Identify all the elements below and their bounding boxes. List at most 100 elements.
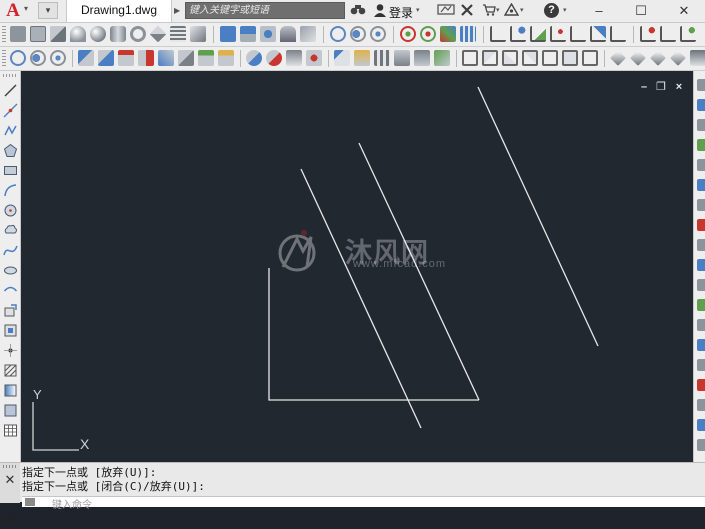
circle-icon[interactable] [3, 203, 18, 218]
interfere-icon[interactable] [434, 50, 450, 66]
ellipse-arc-icon[interactable] [3, 283, 18, 298]
imprint-icon[interactable] [286, 50, 302, 66]
subtract-icon[interactable] [350, 26, 366, 42]
copy-edges-icon[interactable] [246, 50, 262, 66]
presspull-icon[interactable] [190, 26, 206, 42]
quick-access-dropdown-button[interactable]: ▾ [38, 2, 58, 19]
spline-icon[interactable] [3, 243, 18, 258]
maximize-button[interactable]: ☐ [624, 0, 658, 22]
command-grip[interactable] [3, 465, 16, 468]
trim-icon[interactable] [697, 259, 705, 271]
application-menu-button[interactable]: A [2, 1, 24, 21]
erase-icon[interactable] [697, 79, 705, 91]
delete-faces-icon[interactable] [138, 50, 154, 66]
table-icon[interactable] [3, 423, 18, 438]
toolbar-grip[interactable] [2, 50, 6, 67]
login-button[interactable]: 登录 [389, 4, 413, 21]
torus-icon[interactable] [130, 26, 146, 42]
slice-icon[interactable] [394, 50, 410, 66]
cart-caret-icon[interactable]: ▾ [496, 6, 500, 14]
explode-icon[interactable] [697, 379, 705, 391]
ucs-object-icon[interactable] [570, 26, 586, 42]
view-right-icon[interactable] [522, 50, 538, 66]
polysolid-icon[interactable] [10, 26, 26, 42]
ellipse-icon[interactable] [3, 263, 18, 278]
document-tab[interactable]: Drawing1.dwg [66, 0, 172, 22]
3d-array-icon[interactable] [460, 26, 476, 42]
title-nav-arrow-icon[interactable]: ▶ [174, 2, 184, 19]
cylinder-icon[interactable] [110, 26, 126, 42]
ucs-world-icon[interactable] [510, 26, 526, 42]
cart-icon[interactable] [482, 3, 496, 19]
subtract-icon[interactable] [30, 50, 46, 66]
wedge-icon[interactable] [50, 26, 66, 42]
view-front-icon[interactable] [462, 50, 478, 66]
move-faces-icon[interactable] [98, 50, 114, 66]
union-icon[interactable] [330, 26, 346, 42]
copy-icon[interactable] [697, 99, 705, 111]
chamfer-icon[interactable] [697, 339, 705, 351]
command-close-button[interactable]: ✕ [2, 472, 18, 488]
toolbar-grip[interactable] [2, 26, 6, 43]
iso-se-icon[interactable] [630, 50, 646, 66]
polyline-icon[interactable] [3, 123, 18, 138]
user-icon[interactable] [373, 3, 387, 18]
close-button[interactable]: ✕ [667, 0, 701, 22]
offset-faces-icon[interactable] [118, 50, 134, 66]
exchange-icon[interactable] [436, 3, 456, 18]
login-caret-icon[interactable]: ▾ [416, 6, 420, 14]
view-top-icon[interactable] [482, 50, 498, 66]
autodesk-x-icon[interactable] [460, 3, 474, 18]
join-icon[interactable] [697, 319, 705, 331]
rotate-icon[interactable] [697, 199, 705, 211]
offset-icon[interactable] [697, 139, 705, 151]
iso-ne-icon[interactable] [650, 50, 666, 66]
intersect-icon[interactable] [50, 50, 66, 66]
pyramid-icon[interactable] [149, 25, 167, 43]
camera-icon[interactable] [690, 50, 705, 66]
revision-cloud-icon[interactable] [3, 223, 18, 238]
palette-grip[interactable] [3, 74, 17, 77]
check-icon[interactable] [374, 50, 390, 66]
rotate-faces-icon[interactable] [158, 50, 174, 66]
loft-icon[interactable] [260, 26, 276, 42]
pedit-icon[interactable] [697, 439, 705, 451]
a360-caret-icon[interactable]: ▾ [520, 6, 524, 14]
ucs-view-icon[interactable] [590, 26, 606, 42]
help-icon[interactable]: ? [544, 3, 559, 18]
cone-icon[interactable] [70, 26, 86, 42]
ucs-origin-icon[interactable] [610, 26, 626, 42]
helix-icon[interactable] [280, 26, 296, 42]
copy-faces-icon[interactable] [198, 50, 214, 66]
ucs-icon[interactable] [490, 26, 506, 42]
extrude-faces-icon[interactable] [78, 50, 94, 66]
drawing-viewport[interactable]: – ❐ × 沐风网 www.mfcad.com Y X [21, 71, 693, 462]
iso-sw-icon[interactable] [610, 50, 626, 66]
construction-line-icon[interactable] [3, 103, 18, 118]
view-sw-icon[interactable] [582, 50, 598, 66]
stretch-icon[interactable] [697, 239, 705, 251]
box-icon[interactable] [30, 26, 46, 42]
shell-icon[interactable] [354, 50, 370, 66]
polygon-icon[interactable] [3, 143, 18, 158]
array-icon[interactable] [697, 159, 705, 171]
align-icon[interactable] [697, 419, 705, 431]
taper-faces-icon[interactable] [178, 50, 194, 66]
make-block-icon[interactable] [3, 323, 18, 338]
extend-icon[interactable] [697, 279, 705, 291]
section-icon[interactable] [414, 50, 430, 66]
color-edges-icon[interactable] [266, 50, 282, 66]
hatch-icon[interactable] [3, 363, 18, 378]
clean-icon[interactable] [306, 50, 322, 66]
ucs-z-axis-icon[interactable] [640, 26, 656, 42]
ucs-x-icon[interactable] [680, 26, 696, 42]
union-icon[interactable] [10, 50, 26, 66]
extrude-icon[interactable] [170, 26, 186, 42]
binoculars-icon[interactable] [349, 3, 367, 18]
3d-scale-icon[interactable] [440, 26, 456, 42]
fillet-icon[interactable] [697, 359, 705, 371]
ucs-previous-icon[interactable] [530, 26, 546, 42]
intersect-icon[interactable] [370, 26, 386, 42]
lengthen-icon[interactable] [697, 399, 705, 411]
gradient-icon[interactable] [3, 383, 18, 398]
